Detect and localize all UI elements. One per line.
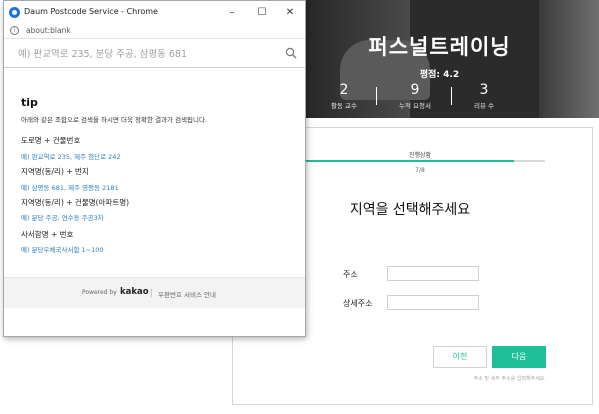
minimize-icon[interactable]: – [217, 1, 247, 24]
stat-reviews: 3 리뷰 수 [454, 82, 514, 111]
progress-label: 진행상황 [408, 152, 432, 159]
chrome-icon [9, 7, 20, 18]
page-heading: 지역을 선택해주세요 [349, 202, 471, 218]
address-label: 주소 [343, 270, 358, 279]
detail-address-label: 상세주소 [343, 299, 373, 308]
postcode-service-link[interactable]: 우편번호 서비스 안내 [158, 289, 216, 299]
example-label: 지역명(동/리) + 건물명(아파트명) [21, 198, 130, 207]
stat-value: 9 [410, 82, 420, 98]
example-label: 도로명 + 건물번호 [21, 136, 81, 145]
stat-divider [451, 87, 452, 105]
powered-by-text: Powered by [82, 289, 117, 296]
example-link[interactable]: 예) 삼평동 681, 제주 영평동 2181 [21, 182, 119, 192]
search-icon[interactable] [285, 47, 297, 59]
stat-label: 누적 요청서 [399, 102, 431, 110]
progress-fill [300, 160, 515, 162]
example-link[interactable]: 예) 분당우체국사서함 1~100 [21, 244, 103, 254]
popup-footer: Powered by kakao 우편번호 서비스 안내 [4, 277, 305, 308]
next-button[interactable]: 다음 [492, 346, 546, 368]
address-url: about:blank [26, 26, 71, 35]
detail-address-input[interactable] [387, 295, 479, 310]
tip-section: tip 아래와 같은 조합으로 검색을 하시면 더욱 정확한 결과가 검색됩니다… [4, 69, 305, 277]
stat-value: 3 [479, 82, 489, 98]
search-bar [4, 40, 305, 68]
address-bar[interactable]: i about:blank [4, 24, 305, 39]
example-link[interactable]: 예) 판교역로 235, 제주 첨단로 242 [21, 151, 121, 161]
stat-value: 2 [339, 82, 349, 98]
stat-label: 활동 교수 [331, 102, 357, 110]
example-label: 사서함명 + 번호 [21, 230, 74, 239]
postcode-popup-window: Daum Postcode Service - Chrome – ☐ ✕ i a… [3, 0, 306, 337]
hero-rating: 평점: 4.2 [419, 70, 460, 80]
kakao-logo: kakao [120, 287, 149, 297]
footer-divider [151, 289, 152, 297]
example-label: 지역명(동/리) + 번지 [21, 167, 89, 176]
stat-teachers: 2 활동 교수 [314, 82, 374, 111]
info-icon[interactable]: i [10, 26, 19, 35]
window-title: Daum Postcode Service - Chrome [24, 7, 158, 16]
window-titlebar[interactable]: Daum Postcode Service - Chrome – ☐ ✕ [4, 1, 305, 24]
tip-description: 아래와 같은 조합으로 검색을 하시면 더욱 정확한 결과가 검색됩니다. [21, 116, 208, 124]
prev-button[interactable]: 이전 [433, 346, 487, 368]
stat-requests: 9 누적 요청서 [385, 82, 445, 111]
search-input[interactable] [18, 46, 278, 62]
screen: 퍼스널트레이닝 평점: 4.2 2 활동 교수 9 누적 요청서 3 리뷰 수 … [0, 0, 599, 414]
maximize-icon[interactable]: ☐ [247, 1, 277, 24]
close-icon[interactable]: ✕ [275, 1, 305, 24]
stat-label: 리뷰 수 [473, 102, 494, 110]
progress-bar [300, 160, 545, 162]
progress-count: 7/8 [415, 167, 425, 174]
example-link[interactable]: 예) 분당 주공, 연수동 주공3차 [21, 212, 104, 222]
hero-title: 퍼스널트레이닝 [368, 35, 511, 59]
hint-text: 주소 및 세부 주소를 입력해주세요. [473, 376, 546, 382]
tip-title: tip [21, 96, 38, 109]
stat-divider [376, 87, 377, 105]
address-input[interactable] [387, 266, 479, 281]
